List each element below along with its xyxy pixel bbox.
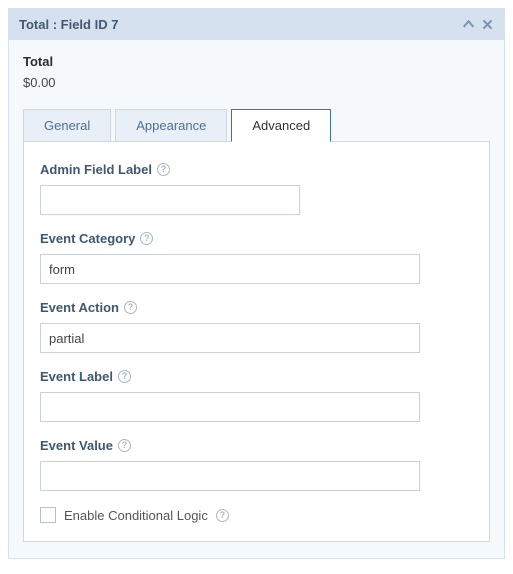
field-preview-label: Total: [23, 54, 490, 69]
conditional-logic-label: Enable Conditional Logic: [64, 508, 208, 523]
label-event-action: Event Action ?: [40, 300, 473, 315]
panel-header: Total : Field ID 7: [9, 9, 504, 40]
admin-field-label-input[interactable]: [40, 185, 300, 215]
field-preview: Total $0.00: [23, 54, 490, 90]
event-label-input[interactable]: [40, 392, 420, 422]
field-preview-value: $0.00: [23, 75, 490, 90]
label-event-label: Event Label ?: [40, 369, 473, 384]
label-text: Event Label: [40, 369, 113, 384]
label-text: Event Value: [40, 438, 113, 453]
field-settings-panel: Total : Field ID 7 Total $0.00 General A…: [8, 8, 505, 559]
help-icon[interactable]: ?: [118, 370, 131, 383]
help-icon[interactable]: ?: [118, 439, 131, 452]
row-event-action: Event Action ?: [40, 300, 473, 353]
event-category-input[interactable]: [40, 254, 420, 284]
help-icon[interactable]: ?: [216, 509, 229, 522]
panel-header-icons: [462, 18, 494, 31]
collapse-icon[interactable]: [462, 18, 475, 31]
label-admin-field-label: Admin Field Label ?: [40, 162, 473, 177]
label-text: Admin Field Label: [40, 162, 152, 177]
row-admin-field-label: Admin Field Label ?: [40, 162, 473, 215]
row-event-label: Event Label ?: [40, 369, 473, 422]
help-icon[interactable]: ?: [124, 301, 137, 314]
tab-appearance[interactable]: Appearance: [115, 109, 227, 142]
tab-advanced[interactable]: Advanced: [231, 109, 331, 142]
tabs: General Appearance Advanced: [23, 109, 490, 142]
help-icon[interactable]: ?: [157, 163, 170, 176]
row-event-category: Event Category ?: [40, 231, 473, 284]
help-icon[interactable]: ?: [140, 232, 153, 245]
tab-general[interactable]: General: [23, 109, 111, 142]
label-event-value: Event Value ?: [40, 438, 473, 453]
label-text: Event Action: [40, 300, 119, 315]
event-value-input[interactable]: [40, 461, 420, 491]
label-text: Event Category: [40, 231, 135, 246]
row-conditional-logic: Enable Conditional Logic ?: [40, 507, 473, 523]
panel-body: Total $0.00 General Appearance Advanced …: [9, 40, 504, 558]
row-event-value: Event Value ?: [40, 438, 473, 491]
tab-content-advanced: Admin Field Label ? Event Category ? Eve…: [23, 141, 490, 542]
panel-title: Total : Field ID 7: [19, 17, 462, 32]
conditional-logic-checkbox[interactable]: [40, 507, 56, 523]
label-event-category: Event Category ?: [40, 231, 473, 246]
close-icon[interactable]: [481, 18, 494, 31]
event-action-input[interactable]: [40, 323, 420, 353]
